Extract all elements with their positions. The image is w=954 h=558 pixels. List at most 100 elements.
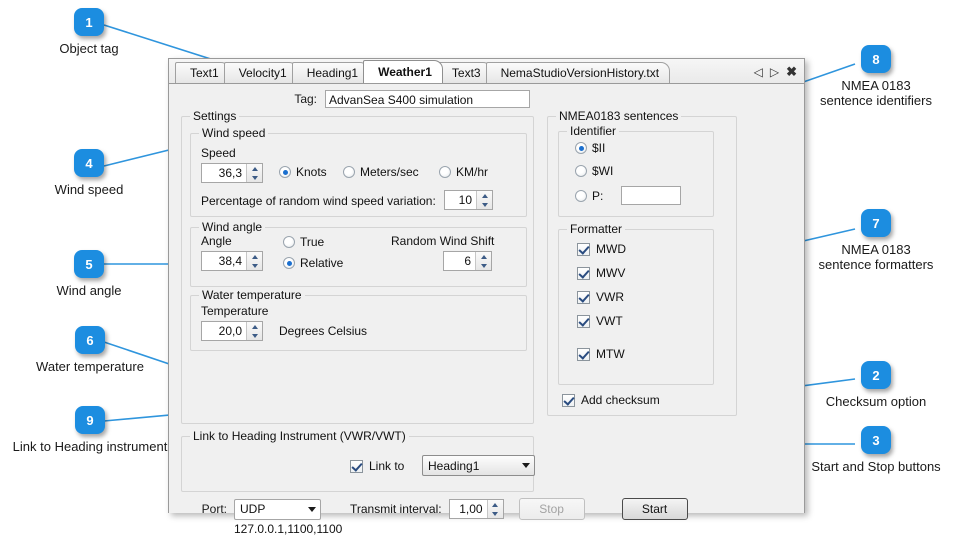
angle-spinner[interactable]: 38,4 xyxy=(201,251,263,271)
wind-shift-spinner-arrows[interactable] xyxy=(475,252,491,270)
checkbox-check-icon xyxy=(350,460,363,473)
link-heading-group: Link to Heading Instrument (VWR/VWT) Lin… xyxy=(181,436,534,492)
tab-label: NemaStudioVersionHistory.txt xyxy=(501,66,660,80)
interval-spinner-arrows[interactable] xyxy=(487,500,503,518)
callout-2: 2 Checksum option xyxy=(808,361,944,409)
callout-4: 4 Wind speed xyxy=(40,149,138,197)
tab-nav-controls: ◁ ▷ ✖ xyxy=(754,64,804,83)
checkbox-check-icon xyxy=(577,315,590,328)
tab-text1[interactable]: Text1 xyxy=(175,62,230,83)
identifier-radio-wi[interactable]: $WI xyxy=(575,164,613,178)
identifier-radio-custom[interactable]: P: xyxy=(575,189,603,203)
variation-spinner-arrows[interactable] xyxy=(476,191,492,209)
checkbox-check-icon xyxy=(577,348,590,361)
wind-angle-legend: Wind angle xyxy=(199,220,265,234)
callout-label-8-line2: sentence identifiers xyxy=(806,93,946,108)
formatter-checkbox-vwt[interactable]: VWT xyxy=(577,314,623,328)
temperature-label: Temperature xyxy=(201,304,268,318)
tab-velocity1[interactable]: Velocity1 xyxy=(224,62,298,83)
variation-label: Percentage of random wind speed variatio… xyxy=(201,194,436,208)
formatter-label: MTW xyxy=(596,347,625,361)
add-checksum-checkbox[interactable]: Add checksum xyxy=(562,393,660,407)
identifier-legend: Identifier xyxy=(567,124,619,138)
water-temperature-legend: Water temperature xyxy=(199,288,305,302)
callout-label-7-line1: NMEA 0183 xyxy=(806,242,946,257)
angle-radio-true[interactable]: True xyxy=(283,235,324,249)
wind-speed-group: Wind speed Speed 36,3 Knots Meters/sec K… xyxy=(190,133,527,217)
port-value: UDP xyxy=(240,502,303,516)
link-to-checkbox[interactable]: Link to xyxy=(350,459,404,473)
formatter-label: VWT xyxy=(596,314,623,328)
heading-instrument-combo[interactable]: Heading1 xyxy=(422,455,535,476)
spinner-down-icon[interactable] xyxy=(247,261,262,270)
callout-3: 3 Start and Stop buttons xyxy=(798,426,954,474)
spinner-up-icon[interactable] xyxy=(476,252,491,261)
footer-bar: Port: UDP Transmit interval: 1,00 Stop S… xyxy=(181,498,781,558)
identifier-radio-label: P: xyxy=(592,189,603,203)
callout-label-8-line1: NMEA 0183 xyxy=(806,78,946,93)
spinner-down-icon[interactable] xyxy=(477,200,492,209)
wind-shift-spinner[interactable]: 6 xyxy=(443,251,492,271)
radio-dot-icon xyxy=(343,166,355,178)
temperature-units-label: Degrees Celsius xyxy=(279,324,367,338)
stop-button[interactable]: Stop xyxy=(519,498,585,520)
temperature-spinner-arrows[interactable] xyxy=(246,322,262,340)
angle-label: Angle xyxy=(201,234,232,248)
identifier-radio-ii[interactable]: $II xyxy=(575,141,605,155)
port-label: Port: xyxy=(181,502,227,516)
variation-spinner[interactable]: 10 xyxy=(444,190,493,210)
unit-radio-km-per-hr[interactable]: KM/hr xyxy=(439,165,488,179)
spinner-up-icon[interactable] xyxy=(247,322,262,331)
footer-controls-row: Port: UDP Transmit interval: 1,00 Stop S… xyxy=(181,498,781,520)
formatter-checkbox-mwv[interactable]: MWV xyxy=(577,266,625,280)
formatter-checkbox-vwr[interactable]: VWR xyxy=(577,290,624,304)
tab-prev-icon[interactable]: ◁ xyxy=(754,65,763,79)
checkbox-check-icon xyxy=(562,394,575,407)
spinner-up-icon[interactable] xyxy=(247,252,262,261)
tab-next-icon[interactable]: ▷ xyxy=(770,65,779,79)
radio-dot-icon xyxy=(439,166,451,178)
tab-version-history[interactable]: NemaStudioVersionHistory.txt xyxy=(486,62,671,83)
port-address-text: 127.0.0.1,1100,1100 xyxy=(234,522,781,536)
spinner-down-icon[interactable] xyxy=(488,509,503,518)
formatter-checkbox-mtw[interactable]: MTW xyxy=(577,347,625,361)
spinner-up-icon[interactable] xyxy=(488,500,503,509)
spinner-up-icon[interactable] xyxy=(247,164,262,173)
spinner-down-icon[interactable] xyxy=(247,331,262,340)
chevron-down-icon[interactable] xyxy=(517,463,534,468)
link-to-label: Link to xyxy=(369,459,404,473)
tab-text3[interactable]: Text3 xyxy=(437,62,492,83)
speed-spinner[interactable]: 36,3 xyxy=(201,163,263,183)
start-button[interactable]: Start xyxy=(622,498,688,520)
angle-value: 38,4 xyxy=(202,252,246,270)
identifier-custom-input[interactable] xyxy=(621,186,681,205)
unit-radio-label: KM/hr xyxy=(456,165,488,179)
speed-spinner-arrows[interactable] xyxy=(246,164,262,182)
tab-heading1[interactable]: Heading1 xyxy=(292,62,369,83)
callout-8: 8 NMEA 0183 sentence identifiers xyxy=(806,45,946,108)
tag-input[interactable]: AdvanSea S400 simulation xyxy=(325,90,530,108)
tab-weather1[interactable]: Weather1 xyxy=(363,60,443,83)
callout-label-3: Start and Stop buttons xyxy=(798,459,954,474)
temperature-spinner[interactable]: 20,0 xyxy=(201,321,263,341)
transmit-interval-spinner[interactable]: 1,00 xyxy=(449,499,504,519)
angle-radio-label: True xyxy=(300,235,324,249)
spinner-down-icon[interactable] xyxy=(476,261,491,270)
angle-radio-relative[interactable]: Relative xyxy=(283,256,343,270)
spinner-down-icon[interactable] xyxy=(247,173,262,182)
radio-dot-icon xyxy=(575,165,587,177)
angle-spinner-arrows[interactable] xyxy=(246,252,262,270)
radio-dot-icon xyxy=(575,190,587,202)
spinner-up-icon[interactable] xyxy=(477,191,492,200)
speed-label: Speed xyxy=(201,146,236,160)
identifier-group: Identifier $II $WI P: xyxy=(558,131,714,217)
port-combo[interactable]: UDP xyxy=(234,499,321,520)
formatter-checkbox-mwd[interactable]: MWD xyxy=(577,242,626,256)
callout-badge-1: 1 xyxy=(74,8,104,36)
water-temperature-group: Water temperature Temperature 20,0 Degre… xyxy=(190,295,527,351)
chevron-down-icon[interactable] xyxy=(303,507,320,512)
unit-radio-meters-per-sec[interactable]: Meters/sec xyxy=(343,165,419,179)
wind-shift-label: Random Wind Shift xyxy=(391,234,494,248)
unit-radio-knots[interactable]: Knots xyxy=(279,165,327,179)
tab-close-icon[interactable]: ✖ xyxy=(786,64,797,80)
